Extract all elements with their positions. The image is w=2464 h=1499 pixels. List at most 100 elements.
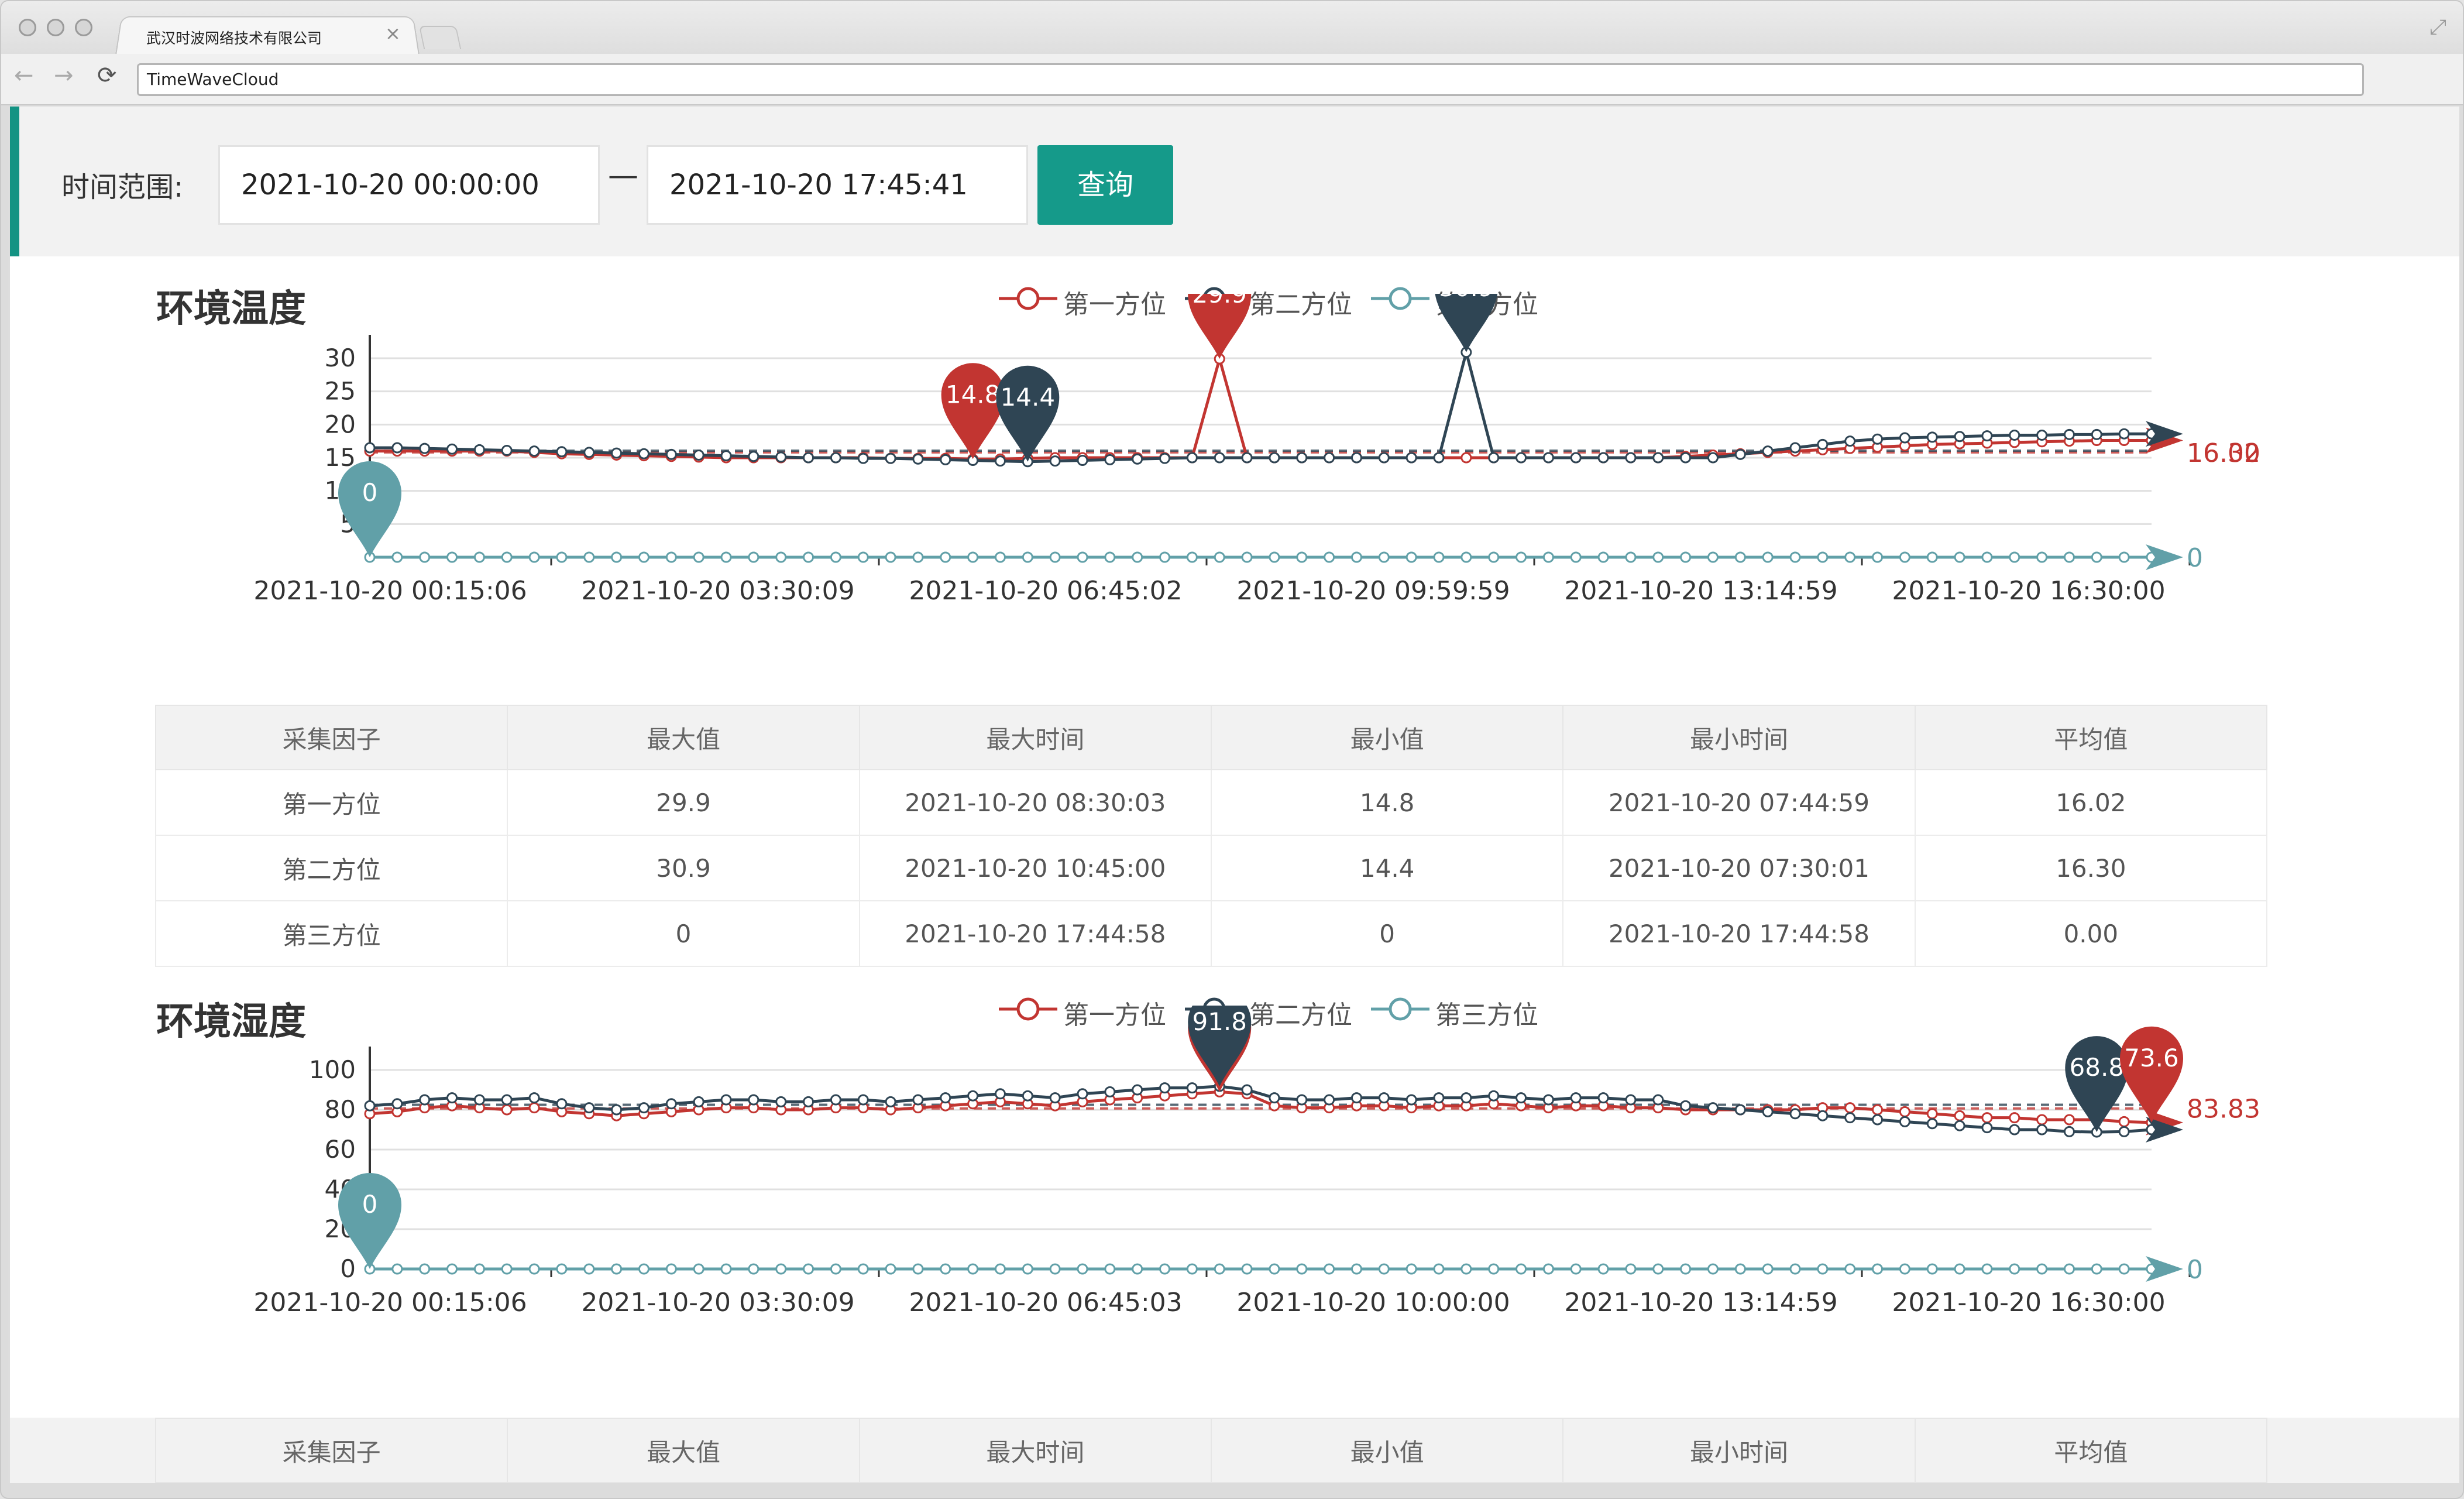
data-point xyxy=(1926,551,1938,563)
data-point xyxy=(1899,1116,1910,1127)
data-point xyxy=(1597,1092,1609,1104)
data-point xyxy=(1433,1092,1445,1104)
data-point xyxy=(638,448,649,459)
x-tick-label: 2021-10-20 00:15:06 xyxy=(253,576,527,606)
series-line-1 xyxy=(370,353,2152,461)
reload-icon[interactable]: ⟳ xyxy=(97,62,117,89)
data-point xyxy=(1734,448,1746,460)
window-minimize-dot[interactable] xyxy=(47,19,64,36)
table-cell: 0.00 xyxy=(1914,900,2268,967)
forward-arrow-icon[interactable]: → xyxy=(54,62,74,89)
data-point xyxy=(1104,1086,1116,1097)
back-arrow-icon[interactable]: ← xyxy=(14,62,34,89)
data-point xyxy=(1789,1108,1801,1120)
data-point xyxy=(1214,551,1225,563)
data-point xyxy=(1625,1263,1637,1275)
data-point xyxy=(1625,551,1637,563)
y-tick-label: 30 xyxy=(325,344,356,372)
humidity-stats-table: 采集因子 最大值 最大时间 最小值 最小时间 平均值 xyxy=(154,1418,2268,1483)
data-point xyxy=(2036,1124,2048,1136)
humidity-chart: 0204060801002021-10-20 00:15:06 2021-10-2… xyxy=(253,1006,2260,1318)
data-point xyxy=(803,1096,815,1107)
data-point xyxy=(940,1263,951,1275)
resize-icon[interactable]: ⤢ xyxy=(2429,15,2446,40)
end-time-input[interactable]: 2021-10-20 17:45:41 xyxy=(647,145,1028,225)
x-tick-label: 2021-10-20 06:45:03 xyxy=(909,1288,1182,1318)
data-point xyxy=(1186,452,1198,464)
x-tick-label: 2021-10-20 06:45:02 xyxy=(909,576,1182,606)
data-point xyxy=(419,1263,431,1275)
data-point xyxy=(1570,1092,1582,1104)
data-point xyxy=(940,1092,951,1104)
tab-title: 武汉时波网络技术有限公司 xyxy=(146,30,322,47)
data-point xyxy=(1433,452,1445,464)
data-point xyxy=(473,444,485,455)
data-point xyxy=(1597,551,1609,563)
data-point xyxy=(1049,1092,1061,1104)
data-point xyxy=(1844,435,1856,447)
data-point xyxy=(1542,1094,1554,1106)
data-point xyxy=(1186,551,1198,563)
data-point xyxy=(1405,551,1417,563)
data-point xyxy=(1570,452,1582,464)
data-point xyxy=(1542,1263,1554,1275)
humidity-stats-table-header: 采集因子 最大值 最大时间 最小值 最小时间 平均值 xyxy=(10,1418,2459,1483)
data-point xyxy=(1597,1263,1609,1275)
data-point xyxy=(1570,551,1582,563)
data-point xyxy=(1186,1263,1198,1275)
data-point xyxy=(611,447,623,459)
data-point xyxy=(830,551,841,563)
data-point xyxy=(1926,1263,1938,1275)
data-point xyxy=(885,551,896,563)
data-point xyxy=(775,1263,787,1275)
start-time-input[interactable]: 2021-10-20 00:00:00 xyxy=(218,145,600,225)
max-min-marker: 30.9 xyxy=(1435,294,1498,352)
data-point xyxy=(528,551,540,563)
x-tick-label: 2021-10-20 09:59:59 xyxy=(1236,576,1510,606)
data-point xyxy=(364,442,376,454)
data-point xyxy=(419,1094,431,1106)
data-point xyxy=(748,551,760,563)
data-point xyxy=(556,1263,568,1275)
data-point xyxy=(501,1263,513,1275)
data-point xyxy=(830,1094,841,1106)
data-point xyxy=(994,551,1006,563)
data-point xyxy=(885,1263,896,1275)
max-min-marker: 0 xyxy=(338,461,401,557)
data-point xyxy=(720,1094,732,1106)
data-point xyxy=(1186,1082,1198,1094)
data-point xyxy=(391,551,403,563)
table-row: 第三方位 0 2021-10-20 17:44:58 0 2021-10-20 17:4… xyxy=(154,900,2268,967)
data-point xyxy=(1269,1263,1280,1275)
window-close-dot[interactable] xyxy=(19,19,36,36)
data-point xyxy=(1077,551,1088,563)
data-point xyxy=(473,1263,485,1275)
data-point xyxy=(501,1104,513,1116)
data-point xyxy=(446,1263,458,1275)
data-point xyxy=(1433,1263,1445,1275)
data-point xyxy=(1762,1263,1774,1275)
data-point xyxy=(1872,551,1884,563)
data-point xyxy=(556,551,568,563)
table-row: 第一方位 29.9 2021-10-20 08:30:03 14.8 2021-10-2… xyxy=(154,769,2268,836)
data-point xyxy=(583,1102,595,1114)
address-bar[interactable]: TimeWaveCloud xyxy=(137,63,2364,96)
window-zoom-dot[interactable] xyxy=(75,19,92,36)
new-tab-button[interactable] xyxy=(418,26,462,49)
query-button[interactable]: 查询 xyxy=(1037,145,1173,225)
data-point xyxy=(803,551,815,563)
data-point xyxy=(1488,1263,1500,1275)
table-header-cell: 最小时间 xyxy=(1562,705,1916,770)
data-point xyxy=(1872,1263,1884,1275)
data-point xyxy=(1707,452,1719,464)
data-point xyxy=(638,551,649,563)
data-point xyxy=(1844,551,1856,563)
data-point xyxy=(1981,551,1993,563)
data-point xyxy=(994,1088,1006,1100)
data-point xyxy=(1296,551,1308,563)
data-point xyxy=(1269,551,1280,563)
x-tick-label: 2021-10-20 03:30:09 xyxy=(581,1288,854,1318)
data-point xyxy=(1872,1114,1884,1126)
data-point xyxy=(665,1098,677,1110)
close-icon[interactable]: × xyxy=(385,22,401,44)
